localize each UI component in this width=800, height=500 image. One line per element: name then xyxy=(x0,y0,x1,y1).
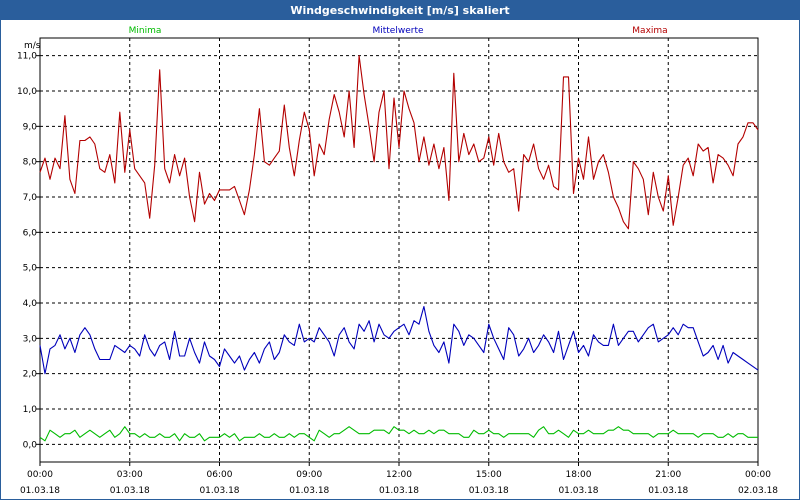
y-axis-label: m/s xyxy=(24,41,41,51)
x-tick-time: 21:00 xyxy=(655,470,681,480)
legend-entry-minima: Minima xyxy=(129,26,162,36)
x-tick-time: 18:00 xyxy=(566,470,592,480)
x-tick-date: 01.03.18 xyxy=(20,486,60,496)
x-tick-date: 01.03.18 xyxy=(110,486,150,496)
y-tick-label: 9,0 xyxy=(23,122,38,132)
y-tick-label: 2,0 xyxy=(23,370,38,380)
x-tick-time: 09:00 xyxy=(296,470,322,480)
legend-entry-maxima: Maxima xyxy=(632,26,667,36)
x-tick-date: 02.03.18 xyxy=(738,486,778,496)
line-chart: 0,0 1,0 2,0 3,0 4,0 5,0 6,0 7,0 8,0 9,0 10,0 11,0 00… xyxy=(17,26,778,496)
x-tick-date: 01.03.18 xyxy=(289,486,329,496)
y-tick-label: 11,0 xyxy=(17,52,37,62)
y-tick-label: 10,0 xyxy=(17,87,37,97)
x-tick-date: 01.03.18 xyxy=(469,486,509,496)
y-tick-label: 7,0 xyxy=(23,193,38,203)
axes xyxy=(36,37,759,466)
x-tick-time: 15:00 xyxy=(476,470,502,480)
x-tick-time: 03:00 xyxy=(117,470,143,480)
x-tick-date: 01.03.18 xyxy=(648,486,688,496)
y-tick-label: 1,0 xyxy=(23,405,38,415)
grid xyxy=(40,38,758,462)
legend: Minima Mittelwerte Maxima xyxy=(129,26,668,36)
y-tick-label: 5,0 xyxy=(23,264,38,274)
x-tick-date: 01.03.18 xyxy=(199,486,239,496)
x-tick-time: 12:00 xyxy=(386,470,412,480)
legend-entry-mittelwerte: Mittelwerte xyxy=(372,26,423,36)
x-tick-date: 01.03.18 xyxy=(558,486,598,496)
tick-labels: 0,0 1,0 2,0 3,0 4,0 5,0 6,0 7,0 8,0 9,0 10,0 11,0 00… xyxy=(17,41,778,496)
x-tick-time: 00:00 xyxy=(27,470,53,480)
x-tick-date: 01.03.18 xyxy=(379,486,419,496)
y-tick-label: 3,0 xyxy=(23,334,38,344)
x-tick-time: 06:00 xyxy=(207,470,233,480)
y-tick-label: 0,0 xyxy=(23,440,38,450)
y-tick-label: 8,0 xyxy=(23,158,38,168)
y-tick-label: 6,0 xyxy=(23,228,38,238)
y-tick-label: 4,0 xyxy=(23,299,38,309)
x-tick-time: 00:00 xyxy=(745,470,771,480)
